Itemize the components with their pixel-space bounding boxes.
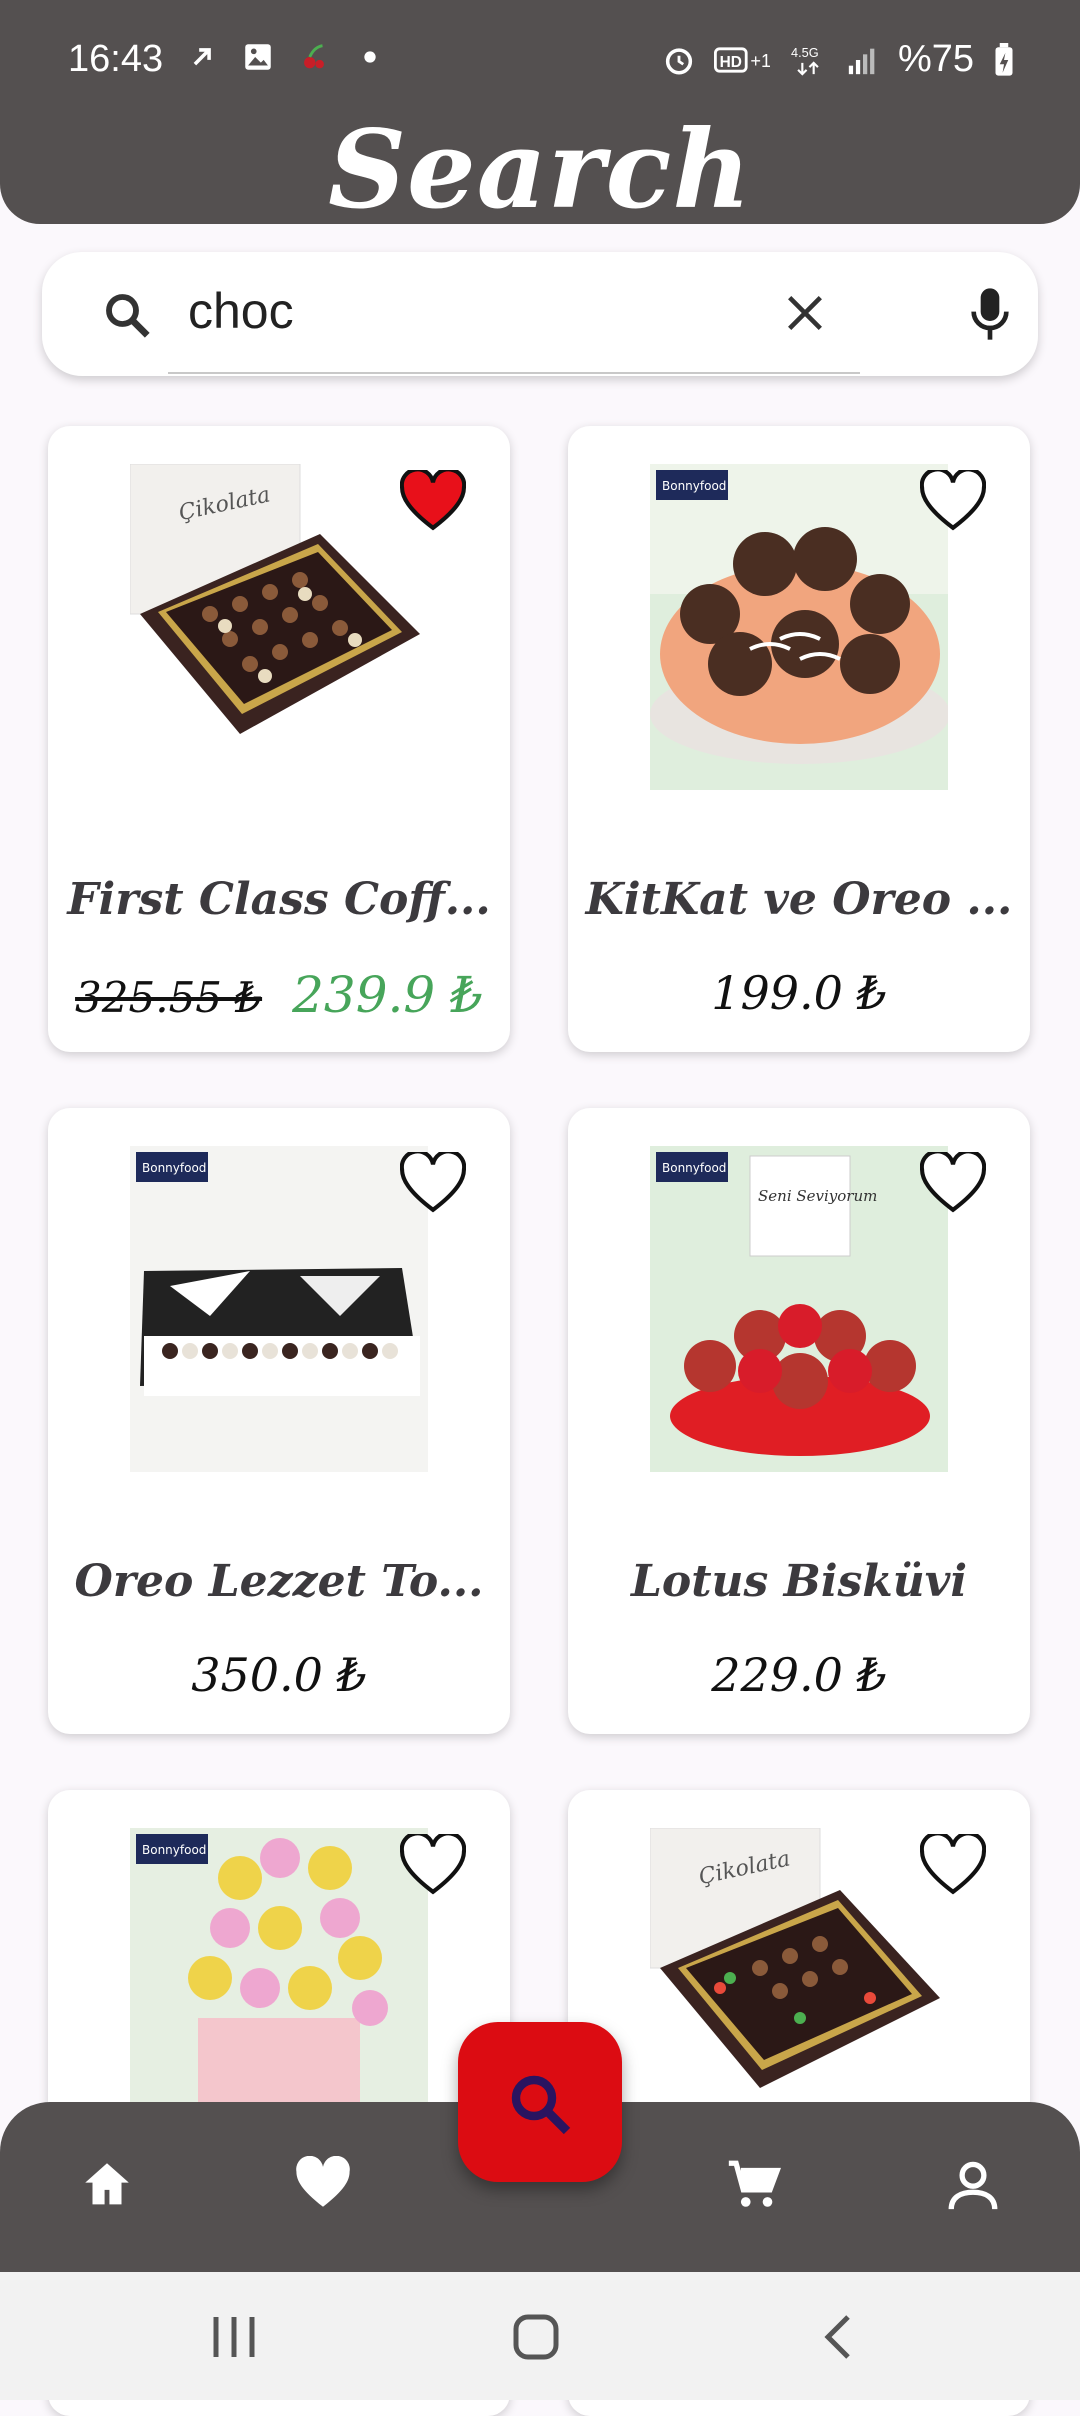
page-title: Search xyxy=(328,107,752,233)
svg-text:Bonnyfood: Bonnyfood xyxy=(142,1161,206,1175)
sync-icon xyxy=(193,48,211,66)
system-navigation-bar xyxy=(0,2272,1080,2400)
recent-apps-icon[interactable] xyxy=(204,2312,264,2362)
dot-icon xyxy=(364,51,376,63)
product-price: 229.0 ₺ xyxy=(711,1648,887,1702)
svg-text:Bonnyfood: Bonnyfood xyxy=(142,1843,206,1857)
product-image: Bonnyfood xyxy=(130,1146,428,1472)
product-name: KitKat ve Oreo ... xyxy=(585,874,1013,925)
heart-icon[interactable] xyxy=(294,2156,352,2214)
mic-icon[interactable] xyxy=(970,286,1010,342)
product-card[interactable]: Bonnyfood Oreo Lezzet To... 350.0 ₺ xyxy=(48,1108,510,1734)
network-icon: 4.5G xyxy=(791,45,819,76)
product-image: Bonnyfood Seni Seviyorum xyxy=(650,1146,948,1472)
product-card[interactable]: Çikolata First Class Coff... 325.55 ₺ 239… xyxy=(48,426,510,1052)
svg-text:4.5G: 4.5G xyxy=(791,45,819,60)
home-icon[interactable] xyxy=(78,2156,136,2214)
home-button-icon[interactable] xyxy=(506,2312,566,2362)
hd-volte-icon: HD +1 xyxy=(713,46,770,73)
product-price: 239.9 ₺ xyxy=(292,966,483,1024)
favorite-heart-icon[interactable] xyxy=(400,470,466,532)
search-underline xyxy=(168,372,860,374)
product-price: 199.0 ₺ xyxy=(711,966,887,1020)
product-name: First Class Coff... xyxy=(67,874,491,925)
note-card-text: Seni Seviyorum xyxy=(758,1187,877,1205)
account-icon[interactable] xyxy=(944,2156,1002,2214)
product-price: 350.0 ₺ xyxy=(191,1648,367,1702)
brand-badge-text: Bonnyfood xyxy=(662,479,726,493)
svg-text:+1: +1 xyxy=(750,51,770,71)
status-bar: 16:43 HD +1 4.5G %75 xyxy=(0,0,1080,120)
product-image: Çikolata xyxy=(130,464,428,790)
search-icon xyxy=(511,2075,571,2135)
alarm-icon xyxy=(665,47,693,75)
battery-icon xyxy=(995,42,1013,76)
favorite-heart-icon[interactable] xyxy=(400,1152,466,1214)
favorite-heart-icon[interactable] xyxy=(400,1834,466,1896)
battery-level: %75 xyxy=(897,38,974,80)
svg-text:Bonnyfood: Bonnyfood xyxy=(662,1161,726,1175)
app-header: 16:43 HD +1 4.5G %75 Search xyxy=(0,0,1080,230)
search-input[interactable]: choc xyxy=(188,282,294,340)
product-image: Bonnyfood xyxy=(650,464,948,790)
favorite-heart-icon[interactable] xyxy=(920,470,986,532)
cart-icon[interactable] xyxy=(724,2156,782,2214)
cherry-icon xyxy=(304,44,324,69)
search-bar: choc xyxy=(42,252,1038,376)
svg-text:HD: HD xyxy=(720,54,742,71)
gallery-icon xyxy=(245,44,271,70)
favorite-heart-icon[interactable] xyxy=(920,1152,986,1214)
favorite-heart-icon[interactable] xyxy=(920,1834,986,1896)
back-icon[interactable] xyxy=(810,2312,870,2362)
clear-icon[interactable] xyxy=(782,290,828,336)
search-icon xyxy=(106,294,150,338)
product-card[interactable]: Bonnyfood KitKat ve Oreo ... 199.0 ₺ xyxy=(568,426,1030,1052)
product-name: Lotus Bisküvi xyxy=(630,1556,968,1607)
search-fab-button[interactable] xyxy=(458,2022,622,2182)
product-name: Oreo Lezzet To... xyxy=(74,1556,484,1607)
status-time: 16:43 xyxy=(68,38,164,80)
signal-icon xyxy=(848,48,875,74)
product-card[interactable]: Bonnyfood Seni Seviyorum Lotus Bisküvi 2… xyxy=(568,1108,1030,1734)
product-old-price: 325.55 ₺ xyxy=(75,973,263,1022)
